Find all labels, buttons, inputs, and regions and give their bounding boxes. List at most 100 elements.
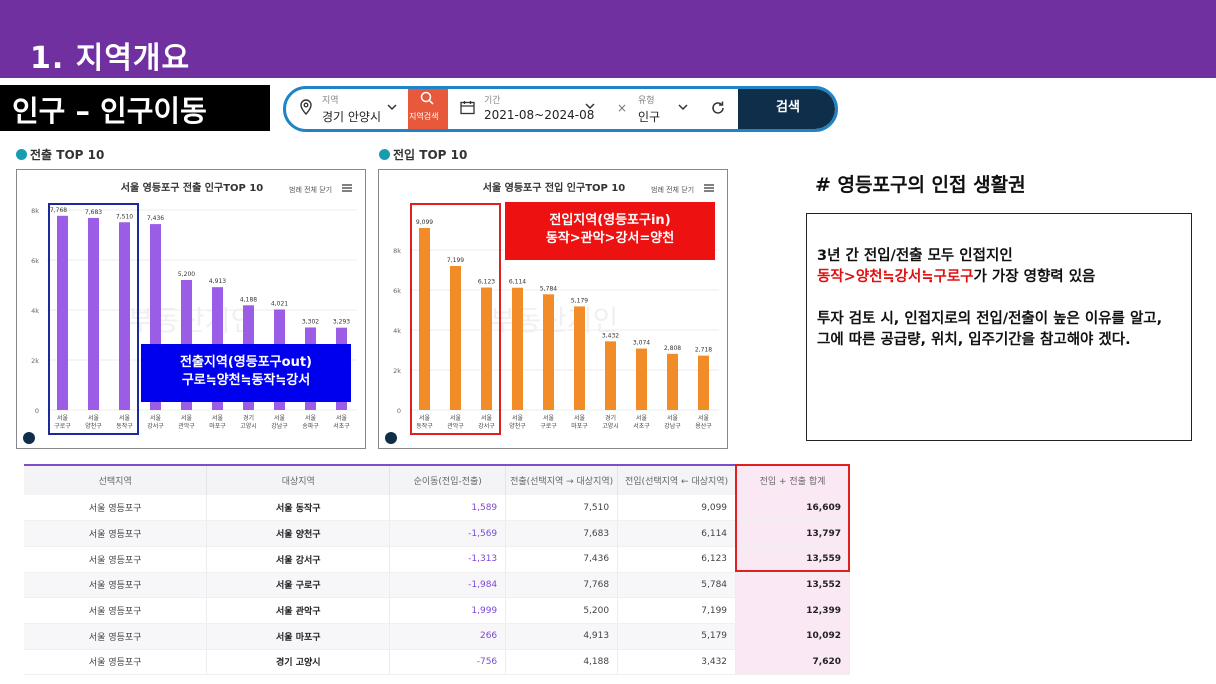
search-button[interactable]: 검색 <box>738 89 835 129</box>
cell-target-region: 서울 관악구 <box>206 597 391 624</box>
y-tick-label: 8k <box>393 247 401 255</box>
close-icon[interactable]: × <box>617 101 627 115</box>
x-tick-label: 마포구 <box>571 422 588 430</box>
period-label: 기간 <box>484 96 501 106</box>
x-tick-label: 서울 <box>450 414 462 422</box>
cell-selected-region: 서울 영등포구 <box>24 623 208 650</box>
x-tick-label: 고양시 <box>240 422 257 430</box>
cell-target-region: 서울 동작구 <box>206 495 391 522</box>
region-search-label: 지역검색 <box>409 112 439 121</box>
bar <box>512 287 523 410</box>
x-tick-label: 구로구 <box>540 423 557 430</box>
in-top10-chart: 서울 영등포구 전입 인구TOP 10범례 전체 닫기부동산지인02k4k6k8… <box>378 169 728 449</box>
x-tick-label: 관악구 <box>178 422 195 430</box>
table-header-row: 선택지역 대상지역 순이동(전입-전출) 전출(선택지역 → 대상지역) 전입(… <box>24 465 850 495</box>
x-tick-label: 고양시 <box>602 422 619 430</box>
bar-value-label: 7,683 <box>85 209 102 216</box>
cell-target-region: 서울 강서구 <box>206 546 391 573</box>
note-line1: 3년 간 전입/전출 모두 인접지인 동작>양천≒강서≒구로구가 가장 영향력 있… <box>817 248 1096 285</box>
x-tick-label: 마포구 <box>209 422 226 430</box>
chevron-down-icon[interactable] <box>585 98 595 114</box>
cell-selected-region: 서울 영등포구 <box>24 546 208 573</box>
bar-value-label: 3,302 <box>302 318 319 325</box>
region-search-button[interactable]: 지역검색 <box>408 89 448 129</box>
menu-icon <box>704 184 714 192</box>
cell-selected-region: 서울 영등포구 <box>24 495 208 522</box>
x-tick-label: 강서구 <box>478 422 495 430</box>
chevron-down-icon[interactable] <box>387 99 397 115</box>
table-row[interactable]: 서울 영등포구 서울 마포구 266 4,913 5,179 10,092 <box>24 623 850 650</box>
search-filter-bar: 지역 경기 안양시 지역검색 기간 2021-08~2024-08 × 유형 인… <box>283 86 838 132</box>
y-tick-label: 2k <box>393 367 401 375</box>
cell-selected-region: 서울 영등포구 <box>24 649 208 676</box>
cell-net-migration: 1,999 <box>389 597 507 624</box>
region-select[interactable]: 경기 안양시 <box>322 108 381 125</box>
bar <box>450 266 461 410</box>
y-tick-label: 2k <box>31 357 39 365</box>
cell-in-migration: 5,784 <box>617 572 737 599</box>
bar <box>57 215 68 410</box>
slide-title: 1. 지역개요 <box>30 41 191 76</box>
y-tick-label: 4k <box>31 307 39 315</box>
total-highlight-box <box>735 464 850 572</box>
table-row[interactable]: 서울 영등포구 경기 고양시 -756 4,188 3,432 7,620 <box>24 649 850 676</box>
col-target-region[interactable]: 대상지역 <box>206 465 391 495</box>
cell-net-migration: -1,984 <box>389 572 507 599</box>
x-tick-label: 경기 <box>605 414 616 422</box>
table-row[interactable]: 서울 영등포구 서울 구로구 -1,984 7,768 5,784 13,552 <box>24 572 850 599</box>
bar-value-label: 7,768 <box>50 207 67 214</box>
section-title: 인구 – 인구이동 <box>0 85 270 131</box>
x-tick-label: 서울 <box>636 414 648 422</box>
cell-in-migration: 6,114 <box>617 520 737 547</box>
bar-value-label: 2,718 <box>695 347 712 354</box>
x-tick-label: 강남구 <box>664 422 681 430</box>
col-net-migration[interactable]: 순이동(전입-전출) <box>389 465 507 495</box>
table-row[interactable]: 서울 영등포구 서울 동작구 1,589 7,510 9,099 16,609 <box>24 495 850 522</box>
x-tick-label: 동작구 <box>416 423 433 430</box>
chevron-down-icon[interactable] <box>678 99 688 115</box>
x-tick-label: 관악구 <box>447 422 464 430</box>
bar-value-label: 9,099 <box>416 219 433 226</box>
cell-net-migration: 266 <box>389 623 507 650</box>
col-out-migration[interactable]: 전출(선택지역 → 대상지역) <box>505 465 619 495</box>
x-tick-label: 서울 <box>336 414 348 422</box>
table-row[interactable]: 서울 영등포구 서울 관악구 1,999 5,200 7,199 12,399 <box>24 597 850 624</box>
type-select[interactable]: 인구 <box>638 108 660 125</box>
cell-in-migration: 9,099 <box>617 495 737 522</box>
x-tick-label: 양천구 <box>509 422 526 430</box>
table-row[interactable]: 서울 영등포구 서울 강서구 -1,313 7,436 6,123 13,559 <box>24 546 850 573</box>
x-tick-label: 구로구 <box>54 423 71 430</box>
bar-value-label: 2,808 <box>664 345 681 352</box>
x-tick-label: 강남구 <box>271 422 288 430</box>
out-chart-caption: 전출 TOP 10 <box>16 146 104 163</box>
refresh-icon[interactable] <box>710 100 726 120</box>
x-tick-label: 서울 <box>574 414 586 422</box>
cell-selected-region: 서울 영등포구 <box>24 572 208 599</box>
bar-value-label: 5,179 <box>571 297 588 304</box>
bar-value-label: 6,114 <box>509 279 526 286</box>
bar-value-label: 4,188 <box>240 296 257 303</box>
x-tick-label: 서초구 <box>333 422 350 430</box>
bar-value-label: 4,913 <box>209 278 226 285</box>
bar-value-label: 3,432 <box>602 332 619 339</box>
col-in-migration[interactable]: 전입(선택지역 ← 대상지역) <box>617 465 737 495</box>
bar-value-label: 6,123 <box>478 279 495 286</box>
period-select[interactable]: 2021-08~2024-08 <box>484 108 594 122</box>
cell-net-migration: 1,589 <box>389 495 507 522</box>
cell-target-region: 서울 마포구 <box>206 623 391 650</box>
cell-in-migration: 7,199 <box>617 597 737 624</box>
x-tick-label: 경기 <box>243 414 254 422</box>
cell-out-migration: 4,913 <box>505 623 619 650</box>
circle-icon <box>379 149 390 160</box>
annotation-text: 전입지역(영등포구in) <box>549 212 670 228</box>
slide-banner: 1. 지역개요 <box>0 0 1216 78</box>
bar <box>119 222 130 410</box>
bar-value-label: 4,021 <box>271 300 288 307</box>
chart-title: 서울 영등포구 전출 인구TOP 10 <box>121 181 264 194</box>
chart-title: 서울 영등포구 전입 인구TOP 10 <box>483 181 626 194</box>
x-tick-label: 서울 <box>305 414 317 422</box>
x-tick-label: 동작구 <box>116 423 133 430</box>
col-selected-region[interactable]: 선택지역 <box>24 465 208 495</box>
x-tick-label: 서울 <box>150 414 162 422</box>
table-row[interactable]: 서울 영등포구 서울 양천구 -1,569 7,683 6,114 13,797 <box>24 520 850 547</box>
